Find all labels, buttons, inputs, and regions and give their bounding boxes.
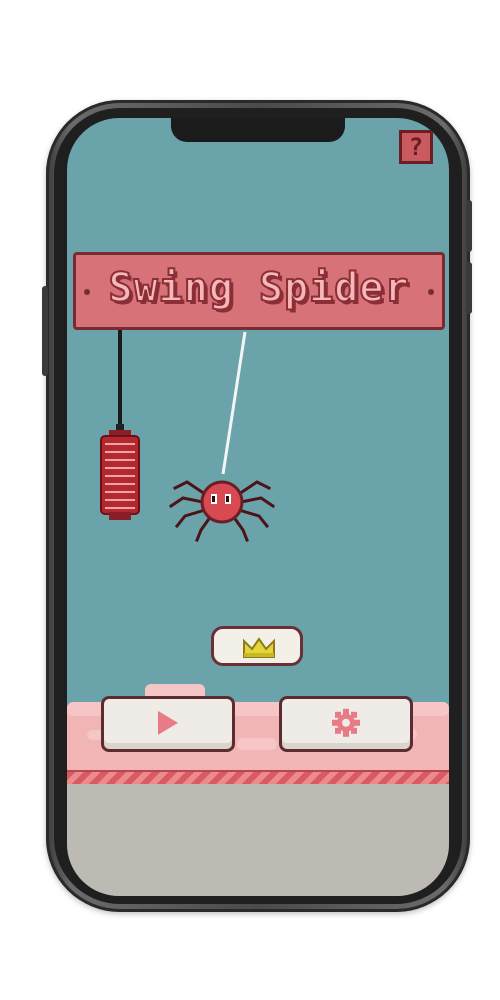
phone-notch: [171, 118, 345, 142]
play-icon: [158, 710, 178, 735]
best-score-pill: [211, 626, 303, 666]
app-stage: ? Swing Spider: [0, 0, 500, 1000]
phone-side-button: [466, 262, 472, 314]
crown-icon: [243, 637, 275, 658]
play-button[interactable]: [101, 696, 235, 752]
game-screen: ? Swing Spider: [67, 118, 449, 896]
ground-base: [67, 784, 449, 896]
phone-volume-button: [42, 286, 48, 376]
settings-button[interactable]: [279, 696, 413, 752]
phone-power-button: [466, 200, 472, 252]
spider-character: [168, 480, 276, 542]
gear-icon: [332, 708, 360, 737]
